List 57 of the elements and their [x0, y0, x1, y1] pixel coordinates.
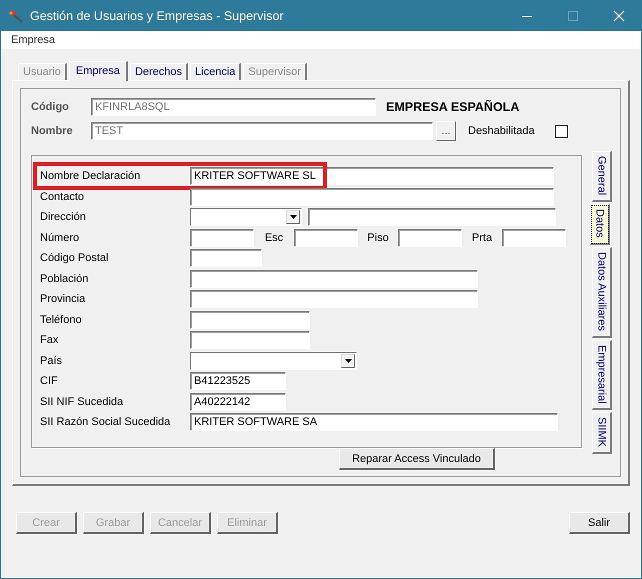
code-field[interactable]: KFINRLA8SQL — [91, 98, 376, 116]
side-tab[interactable]: Datos Auxiliares — [592, 246, 612, 338]
tab[interactable]: Licencia — [190, 63, 242, 80]
tab[interactable]: Empresa — [68, 61, 128, 81]
name-field[interactable]: TEST — [91, 122, 433, 140]
text-field[interactable] — [190, 310, 310, 329]
text-field[interactable] — [294, 228, 358, 247]
side-tab[interactable]: Datos — [590, 204, 610, 245]
field-label: País — [40, 354, 64, 367]
field-label: Dirección — [40, 211, 87, 224]
text-field[interactable]: KRITER SOFTWARE SL — [190, 167, 554, 186]
field-label: CIF — [40, 375, 59, 388]
text-field[interactable] — [190, 228, 254, 247]
repair-button[interactable]: Reparar Access Vinculado — [339, 448, 495, 470]
field-label: Esc — [264, 232, 284, 244]
name-label: Nombre — [31, 125, 74, 137]
field-label: Prta — [470, 232, 494, 244]
text-field[interactable] — [502, 228, 566, 247]
side-tab[interactable]: Empresarial — [592, 340, 612, 410]
code-label: Código — [31, 101, 70, 113]
tab[interactable]: Derechos — [130, 63, 188, 80]
app-icon — [8, 9, 24, 23]
text-field[interactable] — [190, 290, 478, 308]
text-field[interactable] — [190, 249, 262, 268]
text-field[interactable] — [398, 228, 462, 247]
text-field[interactable]: KRITER SOFTWARE SA — [190, 413, 558, 432]
field-label: Piso — [366, 232, 390, 244]
text-field[interactable]: B41223525 — [190, 372, 286, 390]
text-field[interactable]: A40222142 — [190, 392, 286, 411]
text-field[interactable] — [190, 331, 310, 350]
field-label: Provincia — [40, 293, 86, 306]
text-field[interactable] — [190, 188, 554, 206]
side-tab[interactable]: General — [592, 151, 612, 202]
field-label: Contacto — [40, 190, 86, 203]
text-field[interactable] — [190, 270, 478, 288]
disabled-label: Deshabilitada — [468, 125, 535, 137]
field-label: Teléfono — [40, 314, 83, 326]
dropdown-arrow-icon — [290, 215, 296, 220]
field-label: Número — [40, 232, 80, 244]
maximize-icon — [567, 10, 579, 22]
exit-button[interactable]: Salir — [569, 512, 630, 534]
field-label: Fax — [40, 334, 60, 346]
dropdown[interactable] — [190, 208, 302, 226]
field-label: SII Razón Social Sucedida — [40, 416, 172, 428]
field-label: SII NIF Sucedida — [40, 396, 124, 408]
browse-button[interactable]: ... — [436, 121, 456, 141]
field-label: Nombre Declaración — [40, 170, 142, 182]
text-field[interactable] — [308, 208, 556, 226]
side-tab[interactable]: SIIMK — [592, 412, 612, 454]
dropdown-arrow-icon — [344, 358, 352, 363]
menu-item[interactable]: Empresa — [11, 34, 56, 46]
window-title: Gestión de Usuarios y Empresas - Supervisor — [30, 9, 284, 23]
company-name: EMPRESA ESPAÑOLA — [386, 100, 520, 114]
close-icon[interactable] — [613, 10, 625, 22]
field-label: Código Postal — [40, 252, 110, 264]
dropdown[interactable] — [190, 352, 357, 370]
field-label: Población — [40, 272, 90, 285]
